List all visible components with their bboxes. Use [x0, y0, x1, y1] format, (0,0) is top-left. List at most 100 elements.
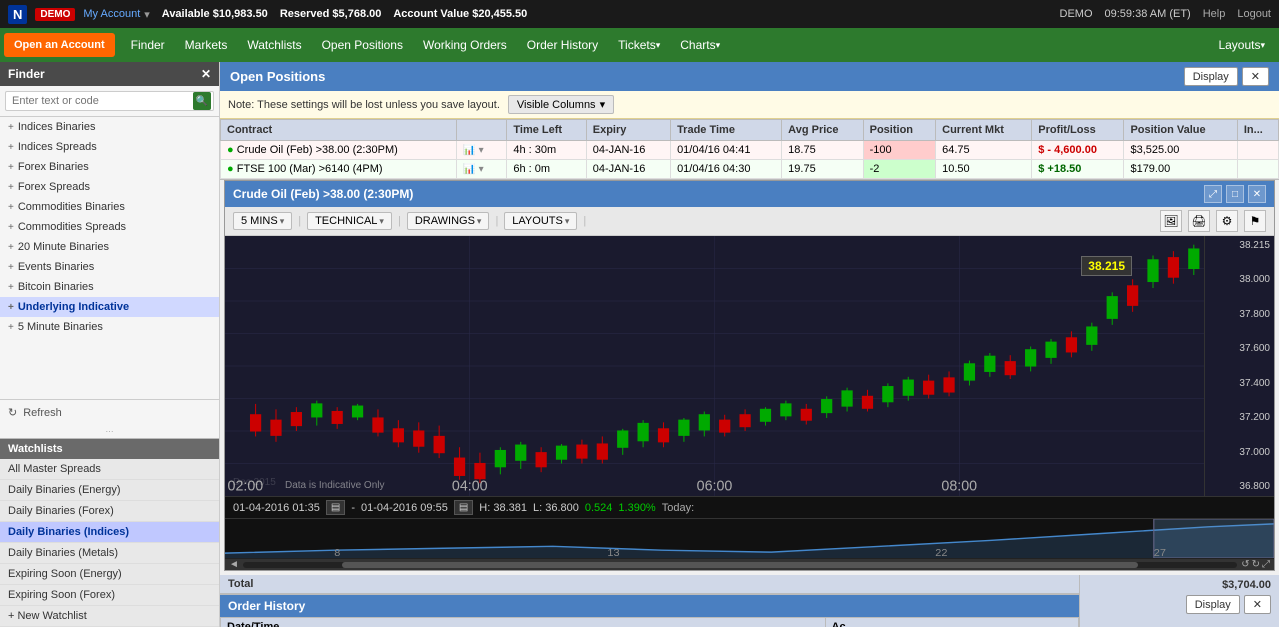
- nav-finder[interactable]: Finder: [121, 28, 175, 62]
- display-button[interactable]: Display: [1184, 67, 1238, 86]
- watchlist-daily-indices[interactable]: Daily Binaries (Indices): [0, 522, 219, 543]
- sidebar-item-indices-spreads[interactable]: + Indices Spreads: [0, 137, 219, 157]
- y-label-5: 37.400: [1209, 378, 1270, 389]
- total-position-value: $3,704.00: [1222, 579, 1271, 591]
- nav-tickets[interactable]: Tickets: [608, 28, 670, 62]
- chart-image-icon[interactable]: 🖼: [1160, 210, 1182, 232]
- watchlist-expiring-forex[interactable]: Expiring Soon (Forex): [0, 585, 219, 606]
- chart-current-price: 38.215: [1081, 256, 1132, 276]
- nav-layouts[interactable]: Layouts: [1208, 28, 1275, 62]
- nav-open-positions[interactable]: Open Positions: [312, 28, 413, 62]
- sidebar-item-label: Indices Binaries: [18, 121, 96, 133]
- col-position-value[interactable]: Position Value: [1124, 120, 1237, 141]
- nav-watchlists[interactable]: Watchlists: [237, 28, 311, 62]
- search-input[interactable]: [5, 91, 214, 111]
- chart-maximize-button[interactable]: □: [1226, 185, 1244, 203]
- zoom-in-icon[interactable]: ↻: [1252, 559, 1260, 570]
- sidebar-item-indices-binaries[interactable]: + Indices Binaries: [0, 117, 219, 137]
- refresh-button[interactable]: ↻ Refresh: [0, 399, 219, 425]
- col-ac[interactable]: Ac...: [825, 618, 1079, 627]
- reset-zoom-icon[interactable]: ⤢: [1262, 559, 1270, 570]
- chart-scrollbar[interactable]: ◄ ↺ ↻ ⤢: [225, 558, 1274, 570]
- chart-flag-icon[interactable]: ⚑: [1244, 210, 1266, 232]
- technical-button[interactable]: TECHNICAL: [307, 212, 392, 230]
- nav-charts[interactable]: Charts: [670, 28, 730, 62]
- col-in[interactable]: In...: [1237, 120, 1278, 141]
- layouts-button[interactable]: LAYOUTS: [504, 212, 577, 230]
- watchlist-all-master[interactable]: All Master Spreads: [0, 459, 219, 480]
- chart-controls: ⤢ □ ✕: [1204, 185, 1266, 203]
- sidebar-item-events-binaries[interactable]: + Events Binaries: [0, 257, 219, 277]
- close-bottom-button[interactable]: ✕: [1244, 595, 1271, 614]
- plus-icon: +: [8, 222, 14, 233]
- sidebar-item-label: Events Binaries: [18, 261, 94, 273]
- svg-text:27: 27: [1154, 549, 1166, 558]
- in-2: [1237, 160, 1278, 179]
- sidebar: Finder ✕ 🔍 + Indices Binaries + Indices …: [0, 62, 220, 627]
- sidebar-item-commodities-binaries[interactable]: + Commodities Binaries: [0, 197, 219, 217]
- col-trade-time[interactable]: Trade Time: [671, 120, 782, 141]
- current-mkt-1: 64.75: [936, 141, 1032, 160]
- col-datetime[interactable]: Date/Time: [221, 618, 826, 627]
- drawings-button[interactable]: DRAWINGS: [407, 212, 490, 230]
- status-dot: ●: [227, 163, 234, 175]
- watchlist-daily-metals[interactable]: Daily Binaries (Metals): [0, 543, 219, 564]
- open-positions-header: Open Positions Display ✕: [220, 62, 1279, 91]
- toolbar-sep: |: [495, 215, 498, 227]
- col-expiry[interactable]: Expiry: [586, 120, 670, 141]
- logout-link[interactable]: Logout: [1237, 8, 1271, 20]
- reserved-balance: Reserved $5,768.00: [280, 8, 382, 20]
- visible-columns-button[interactable]: Visible Columns ▾: [508, 95, 614, 114]
- chart-date-from-btn[interactable]: ▤: [326, 500, 345, 515]
- watchlist-daily-energy[interactable]: Daily Binaries (Energy): [0, 480, 219, 501]
- chart-settings-icon[interactable]: ⚙: [1216, 210, 1238, 232]
- watchlist-daily-forex[interactable]: Daily Binaries (Forex): [0, 501, 219, 522]
- chart-close-button[interactable]: ✕: [1248, 185, 1266, 203]
- nav-bar: Open an Account Finder Markets Watchlist…: [0, 28, 1279, 62]
- scrollbar-thumb[interactable]: [342, 562, 1137, 568]
- timeframe-button[interactable]: 5 MINS: [233, 212, 292, 230]
- display-bottom-button[interactable]: Display: [1186, 595, 1240, 614]
- col-position[interactable]: Position: [863, 120, 936, 141]
- watchlist-expiring-energy[interactable]: Expiring Soon (Energy): [0, 564, 219, 585]
- col-time-left[interactable]: Time Left: [507, 120, 586, 141]
- sidebar-item-forex-binaries[interactable]: + Forex Binaries: [0, 157, 219, 177]
- watchlists-section: Watchlists All Master Spreads Daily Bina…: [0, 438, 219, 627]
- sidebar-item-bitcoin-binaries[interactable]: + Bitcoin Binaries: [0, 277, 219, 297]
- col-current-mkt[interactable]: Current Mkt: [936, 120, 1032, 141]
- sidebar-item-5min-binaries[interactable]: + 5 Minute Binaries: [0, 317, 219, 337]
- sidebar-item-20min-binaries[interactable]: + 20 Minute Binaries: [0, 237, 219, 257]
- zoom-out-icon[interactable]: ↺: [1241, 559, 1249, 570]
- nav-order-history[interactable]: Order History: [517, 28, 608, 62]
- nav-working-orders[interactable]: Working Orders: [413, 28, 517, 62]
- help-link[interactable]: Help: [1203, 8, 1226, 20]
- chart-print-icon[interactable]: 🖨: [1188, 210, 1210, 232]
- watchlist-new[interactable]: + New Watchlist: [0, 606, 219, 627]
- position-row-2: ● FTSE 100 (Mar) >6140 (4PM) 📊 ▾ 6h : 0m…: [221, 160, 1279, 179]
- close-positions-button[interactable]: ✕: [1242, 67, 1269, 86]
- sidebar-item-forex-spreads[interactable]: + Forex Spreads: [0, 177, 219, 197]
- svg-text:22: 22: [935, 549, 947, 558]
- avg-price-2: 19.75: [782, 160, 863, 179]
- contract-2: ● FTSE 100 (Mar) >6140 (4PM): [221, 160, 457, 179]
- svg-text:13: 13: [607, 549, 619, 558]
- col-profit-loss[interactable]: Profit/Loss: [1032, 120, 1124, 141]
- svg-text:8: 8: [334, 549, 340, 558]
- col-contract[interactable]: Contract: [221, 120, 457, 141]
- sidebar-item-underlying-indicative[interactable]: + Underlying Indicative: [0, 297, 219, 317]
- sidebar-dots: ···: [0, 425, 219, 438]
- order-history: Order History Date/Time Ac... 01/04/16 0…: [220, 594, 1079, 627]
- chart-header: Crude Oil (Feb) >38.00 (2:30PM) ⤢ □ ✕: [225, 181, 1274, 207]
- dropdown-arrow[interactable]: ▾: [144, 8, 150, 21]
- nav-markets[interactable]: Markets: [175, 28, 238, 62]
- sidebar-close-icon[interactable]: ✕: [201, 67, 211, 81]
- my-account-link[interactable]: My Account: [83, 8, 140, 20]
- col-avg-price[interactable]: Avg Price: [782, 120, 863, 141]
- trade-time-2: 01/04/16 04:30: [671, 160, 782, 179]
- search-button[interactable]: 🔍: [193, 92, 211, 110]
- time-display: 09:59:38 AM (ET): [1105, 8, 1191, 20]
- chart-date-to-btn[interactable]: ▤: [454, 500, 473, 515]
- open-account-button[interactable]: Open an Account: [4, 33, 115, 57]
- sidebar-item-commodities-spreads[interactable]: + Commodities Spreads: [0, 217, 219, 237]
- chart-expand-button[interactable]: ⤢: [1204, 185, 1222, 203]
